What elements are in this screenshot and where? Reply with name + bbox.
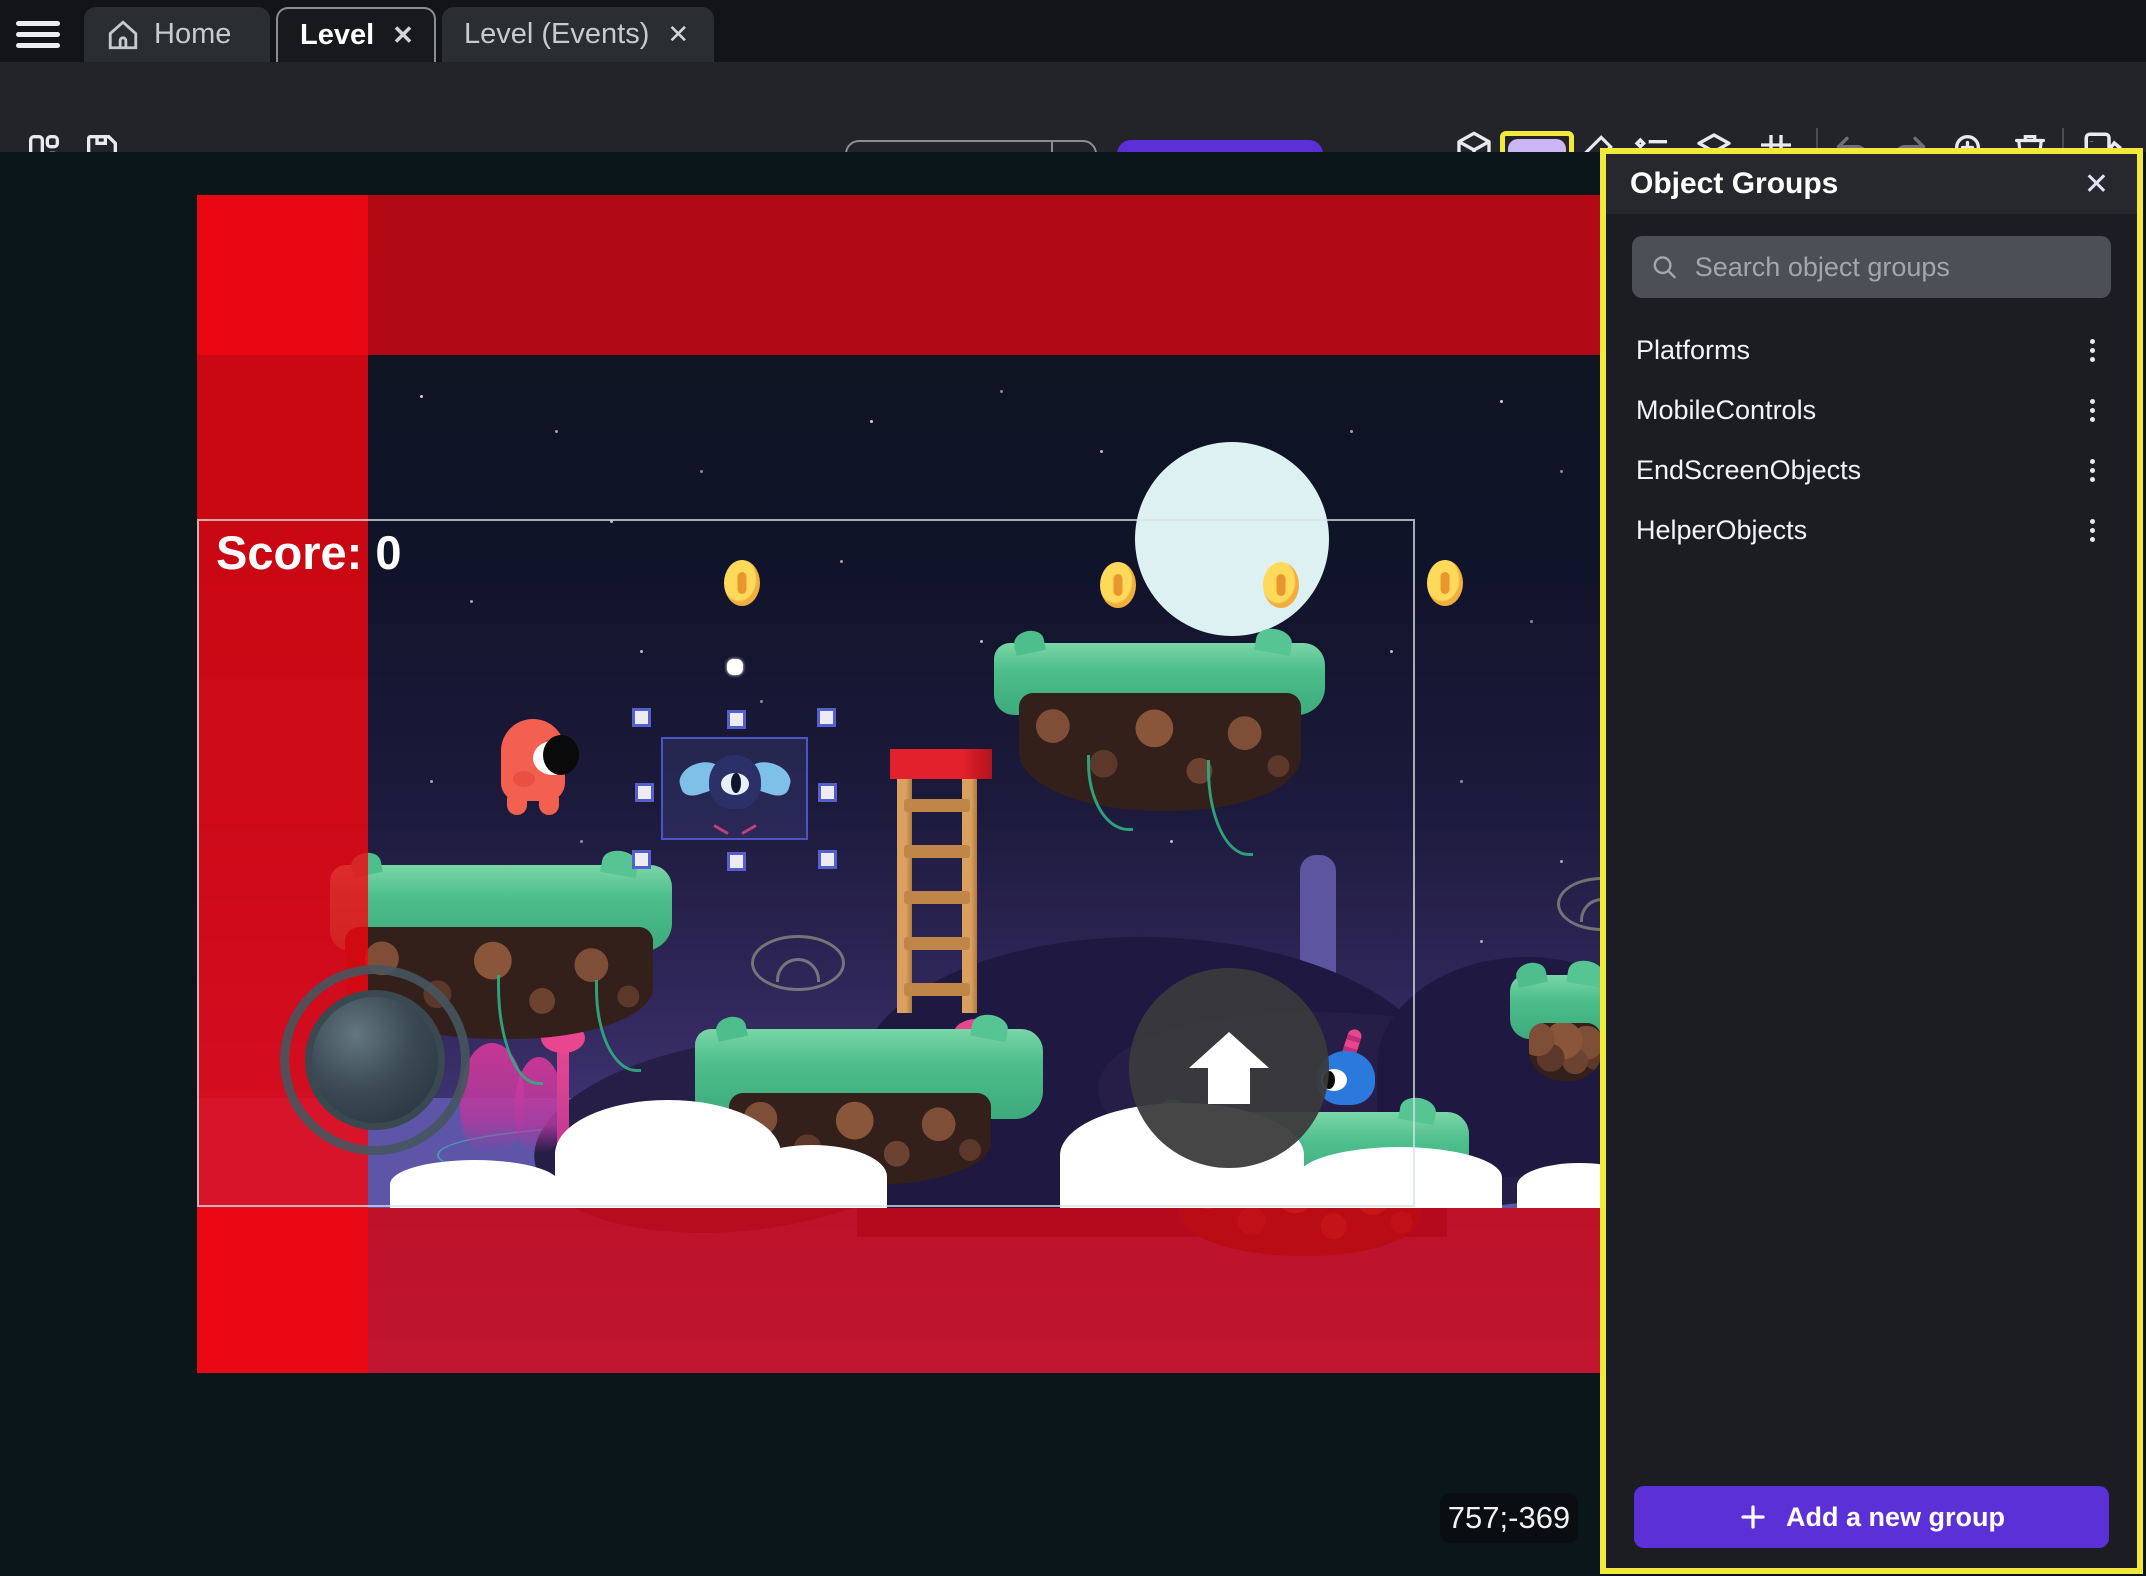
kebab-menu-icon[interactable] — [2077, 335, 2107, 366]
selection-handle-middle-right[interactable] — [818, 783, 837, 802]
tab-bar: Home Level ✕ Level (Events) ✕ — [0, 0, 2146, 62]
tab-level-events-label: Level (Events) — [464, 18, 649, 51]
object-groups-panel: Object Groups ✕ Platforms MobileControls… — [1600, 148, 2143, 1574]
tab-level-close-icon[interactable]: ✕ — [392, 20, 414, 51]
app-window: Home Level ✕ Level (Events) ✕ Preview Pu… — [0, 0, 2146, 1576]
selection-handle-bottom-right[interactable] — [818, 850, 837, 869]
virtual-joystick-object[interactable] — [280, 965, 470, 1155]
tab-level-label: Level — [300, 19, 374, 52]
tab-level-events-close-icon[interactable]: ✕ — [667, 19, 689, 50]
home-icon — [106, 18, 140, 52]
group-row-platforms[interactable]: Platforms — [1606, 320, 2137, 380]
cursor-coordinates: 757;-369 — [1440, 1493, 1578, 1543]
search-object-groups[interactable] — [1632, 236, 2111, 298]
selection-handle-top-right[interactable] — [817, 708, 836, 727]
tab-home[interactable]: Home — [84, 7, 270, 62]
selection-handle-bottom-center[interactable] — [727, 852, 746, 871]
panel-title: Object Groups — [1630, 167, 2080, 201]
tab-level-events[interactable]: Level (Events) ✕ — [442, 7, 714, 62]
kebab-menu-icon[interactable] — [2077, 515, 2107, 546]
group-list: Platforms MobileControls EndScreenObject… — [1606, 320, 2137, 1486]
panel-header: Object Groups ✕ — [1606, 154, 2137, 214]
kebab-menu-icon[interactable] — [2077, 455, 2107, 486]
tab-home-label: Home — [154, 18, 231, 51]
group-row-mobilecontrols[interactable]: MobileControls — [1606, 380, 2137, 440]
jump-button-object[interactable] — [1129, 968, 1329, 1168]
menu-icon[interactable] — [16, 15, 60, 47]
group-label: Platforms — [1636, 335, 2077, 366]
group-label: MobileControls — [1636, 395, 2077, 426]
add-group-button[interactable]: Add a new group — [1634, 1486, 2109, 1548]
panel-close-icon[interactable]: ✕ — [2080, 167, 2113, 202]
coin-object[interactable] — [1263, 562, 1299, 608]
coin-object[interactable] — [724, 560, 760, 606]
platform-dirt — [1529, 1023, 1601, 1081]
group-label: EndScreenObjects — [1636, 455, 2077, 486]
selection-handle-bottom-left[interactable] — [632, 850, 651, 869]
plus-icon — [1738, 1502, 1768, 1532]
selection-handle-middle-left[interactable] — [635, 783, 654, 802]
selected-enemy-object[interactable] — [683, 755, 787, 827]
selection-handle-top-left[interactable] — [632, 708, 651, 727]
group-row-helperobjects[interactable]: HelperObjects — [1606, 500, 2137, 560]
kebab-menu-icon[interactable] — [2077, 395, 2107, 426]
search-icon — [1650, 251, 1679, 283]
particle-object[interactable] — [727, 659, 743, 675]
coin-object[interactable] — [1100, 562, 1136, 608]
group-label: HelperObjects — [1636, 515, 2077, 546]
tab-level-active[interactable]: Level ✕ — [276, 7, 436, 62]
add-group-label: Add a new group — [1786, 1502, 2005, 1533]
score-text-object[interactable]: Score: 0 — [216, 525, 401, 580]
selection-handle-top-center[interactable] — [727, 710, 746, 729]
coin-object[interactable] — [1427, 560, 1463, 606]
red-zone-top — [197, 195, 1603, 355]
red-zone-bottom — [197, 1208, 1603, 1373]
joystick-pad[interactable] — [305, 990, 445, 1130]
toolbar: Preview Publish — [0, 62, 2146, 152]
search-input[interactable] — [1695, 252, 2093, 283]
player-character-object[interactable] — [501, 719, 565, 815]
game-scene: Score: 0 — [197, 195, 1603, 1373]
group-row-endscreenobjects[interactable]: EndScreenObjects — [1606, 440, 2137, 500]
